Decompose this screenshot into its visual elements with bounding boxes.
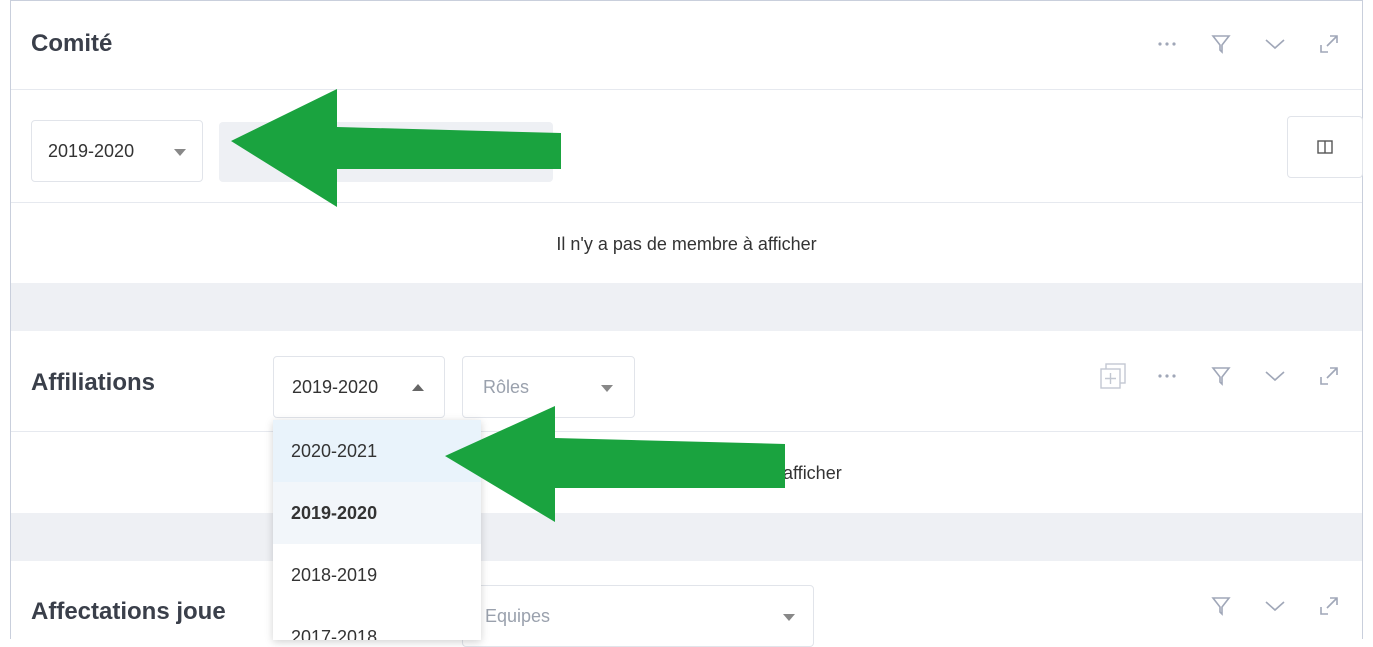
- affectations-title: Affectations joue: [31, 598, 226, 625]
- annotation-arrow: [445, 406, 785, 522]
- columns-icon: [1317, 140, 1333, 154]
- expand-icon[interactable]: [1302, 29, 1356, 59]
- equipes-select[interactable]: Equipes: [462, 585, 814, 647]
- filter-icon[interactable]: [1194, 591, 1248, 621]
- dashboard-frame: Comité 2019-2020 Il n'y a pas de membre …: [10, 0, 1363, 647]
- columns-button[interactable]: [1287, 116, 1363, 178]
- affiliations-title: Affiliations: [31, 369, 155, 396]
- filter-icon[interactable]: [1194, 361, 1248, 391]
- caret-up-icon: [412, 384, 424, 391]
- comite-season-select[interactable]: 2019-2020: [31, 120, 203, 182]
- chevron-down-icon[interactable]: [1248, 29, 1302, 59]
- comite-header-icons: [1140, 29, 1356, 59]
- chevron-down-icon[interactable]: [1248, 361, 1302, 391]
- affiliations-season-value: 2019-2020: [292, 376, 379, 397]
- comite-toolbar-divider: [11, 202, 1362, 203]
- caret-down-icon: [601, 385, 613, 392]
- chevron-down-icon[interactable]: [1248, 591, 1302, 621]
- comite-header-divider: [11, 89, 1362, 90]
- comite-empty-message: Il n'y a pas de membre à afficher: [556, 234, 817, 254]
- affiliations-season-select[interactable]: 2019-2020: [273, 356, 445, 418]
- affiliations-header-icons: [1086, 361, 1356, 391]
- dropdown-option-2018-2019[interactable]: 2018-2019: [273, 544, 481, 606]
- expand-icon[interactable]: [1302, 361, 1356, 391]
- dropdown-option-2017-2018[interactable]: 2017-2018: [273, 606, 481, 641]
- comite-title: Comité: [31, 30, 113, 57]
- equipes-placeholder: Equipes: [485, 605, 551, 626]
- annotation-arrow: [231, 89, 561, 207]
- comite-season-value: 2019-2020: [48, 140, 135, 161]
- ellipsis-icon[interactable]: [1140, 29, 1194, 59]
- ellipsis-icon[interactable]: [1140, 361, 1194, 391]
- caret-down-icon: [174, 149, 186, 156]
- expand-icon[interactable]: [1302, 591, 1356, 621]
- annotation-arrow-shape: [231, 89, 561, 207]
- filter-icon[interactable]: [1194, 29, 1248, 59]
- section-separator: [11, 283, 1362, 331]
- affiliations-empty-message: afficher: [783, 463, 842, 483]
- roles-placeholder: Rôles: [483, 376, 530, 397]
- add-copy-icon[interactable]: [1086, 361, 1140, 391]
- affectations-header-icons: [1194, 591, 1356, 621]
- caret-down-icon: [783, 614, 795, 621]
- annotation-arrow-shape: [445, 406, 785, 522]
